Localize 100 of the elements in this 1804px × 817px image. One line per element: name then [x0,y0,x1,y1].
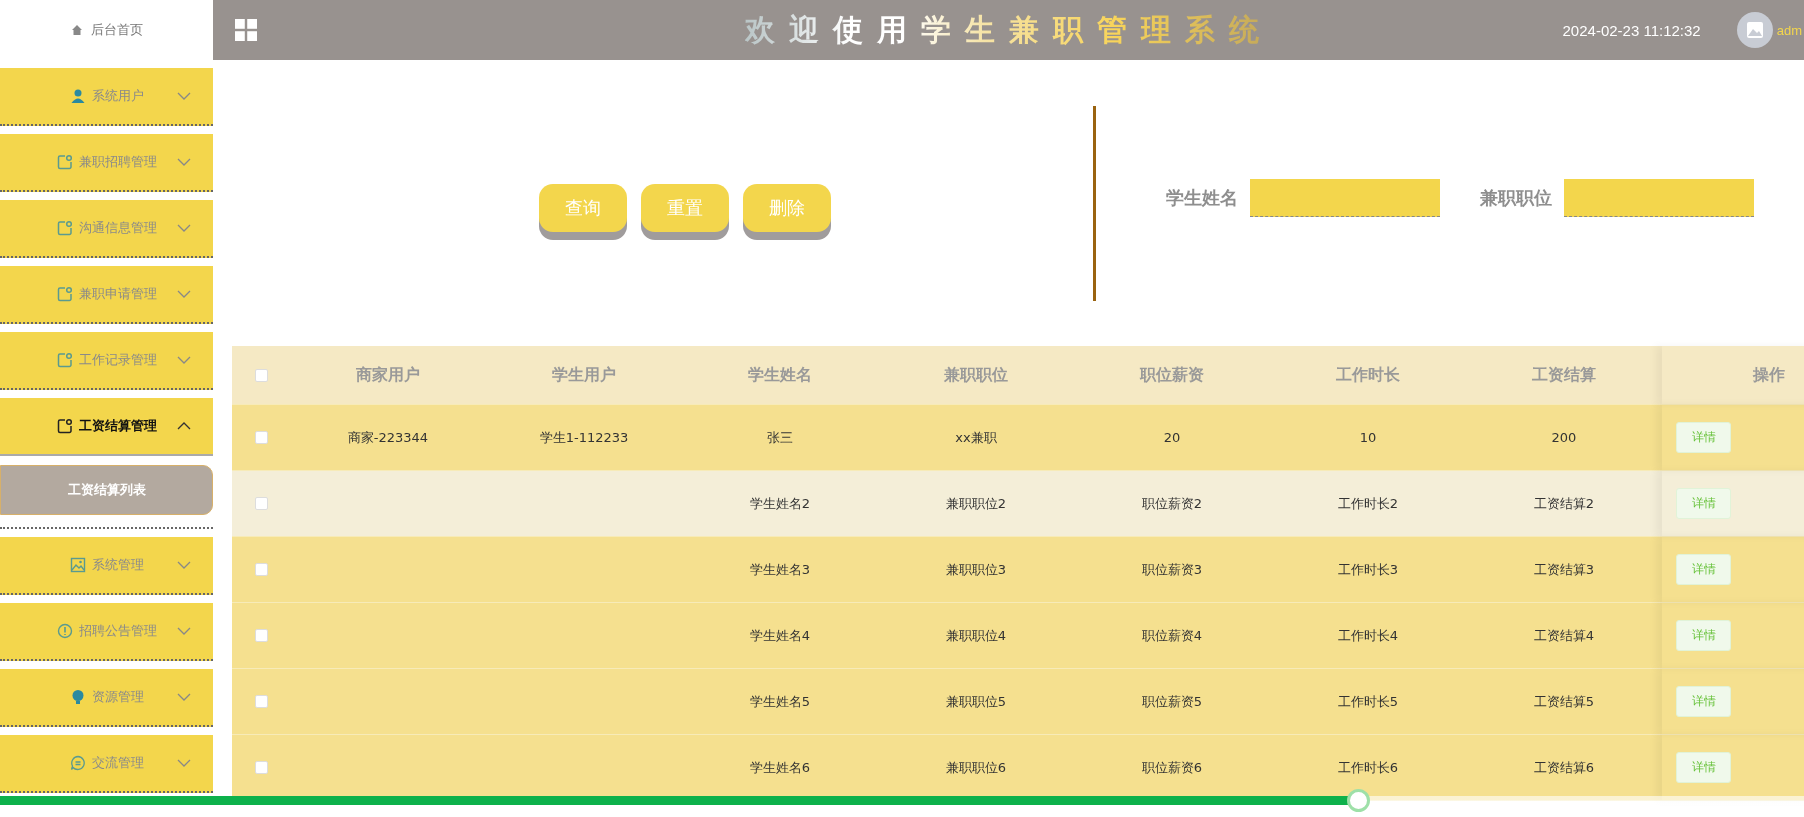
chevron-icon [177,224,191,232]
sidebar-item[interactable]: 招聘公告管理 [0,603,213,661]
details-button[interactable]: 详情 [1676,686,1731,717]
table-cell: 职位薪资6 [1141,759,1203,775]
chat-icon [69,755,86,771]
username[interactable]: adm [1776,22,1802,38]
column-header: 工资结算 [1531,364,1597,386]
field-label: 学生姓名 [1166,186,1238,210]
table-cell: 200 [1551,430,1577,445]
details-button[interactable]: 详情 [1676,620,1731,651]
table-cell: 兼职职位5 [945,693,1007,709]
checkbox[interactable] [254,629,268,642]
table-cell: 职位薪资2 [1141,495,1203,511]
table-cell: 商家-223344 [347,429,429,445]
sidebar-item[interactable]: 兼职招聘管理 [0,134,213,192]
table-cell: 职位薪资5 [1141,693,1203,709]
sidebar-item[interactable]: 工资结算管理 [0,398,213,456]
note-icon [56,286,73,302]
table-cell: 工资结算4 [1533,627,1595,643]
table-cell: 兼职职位6 [945,759,1007,775]
column-header: 商家用户 [355,364,421,386]
table-cell: 工作时长6 [1337,759,1399,775]
home-icon [70,24,83,36]
column-header: 兼职职位 [943,364,1009,386]
sidebar-item[interactable]: 沟通信息管理 [0,200,213,258]
details-button[interactable]: 详情 [1676,488,1731,519]
table-cell: 10 [1359,430,1377,445]
column-header: 工作时长 [1335,364,1401,386]
sidebar-item-label: 系统用户 [91,87,144,105]
chevron-icon [177,356,191,364]
table-cell: 工资结算5 [1533,693,1595,709]
image-icon [69,557,86,573]
table-cell: 工作时长4 [1337,627,1399,643]
checkbox[interactable] [254,761,268,774]
sidebar-item[interactable]: 兼职申请管理 [0,266,213,324]
table-cell: 学生姓名4 [749,627,811,643]
table-cell: 20 [1163,430,1181,445]
sidebar-item[interactable]: 系统管理 [0,537,213,595]
checkbox[interactable] [254,431,268,444]
user-icon [69,88,86,104]
table-cell: 工资结算3 [1533,561,1595,577]
note-icon [56,154,73,170]
table-cell: 兼职职位2 [945,495,1007,511]
checkbox[interactable] [254,563,268,576]
table-cell: 工作时长3 [1337,561,1399,577]
menu-icon[interactable] [235,19,257,41]
sidebar-item-label: 工作记录管理 [78,351,157,369]
sidebar-item[interactable]: 资源管理 [0,669,213,727]
chevron-icon [177,693,191,701]
sidebar-item[interactable]: 系统用户 [0,68,213,126]
input-field[interactable] [1564,179,1754,217]
column-header: 学生用户 [551,364,617,386]
table-cell: 学生姓名6 [749,759,811,775]
table-cell: 职位薪资3 [1141,561,1203,577]
table-cell: 兼职职位3 [945,561,1007,577]
note-icon [56,352,73,368]
sidebar-item-label: 兼职招聘管理 [78,153,157,171]
chevron-icon [177,290,191,298]
table-cell: 职位薪资4 [1141,627,1203,643]
datetime: 2024-02-23 11:12:32 [1562,21,1701,39]
table-cell: 张三 [767,429,793,445]
sidebar-item-label: 招聘公告管理 [78,622,157,640]
table-cell: 学生姓名5 [749,693,811,709]
sidebar-item[interactable]: 交流管理 [0,735,213,793]
sidebar-item-label: 沟通信息管理 [78,219,157,237]
table-cell: 学生1-112233 [539,429,629,445]
chevron-icon [177,627,191,635]
field-label: 兼职职位 [1480,186,1552,210]
details-button[interactable]: 详情 [1676,554,1731,585]
table-cell: 兼职职位4 [945,627,1007,643]
column-header: 操作 [1662,346,1804,404]
progress-thumb[interactable] [1347,789,1371,812]
details-button[interactable]: 详情 [1676,422,1731,453]
chevron-icon [177,561,191,569]
table-cell: 工作时长2 [1337,495,1399,511]
avatar-icon[interactable] [1736,12,1773,48]
table-cell: 工作时长5 [1337,693,1399,709]
checkbox[interactable] [254,695,268,708]
details-button[interactable]: 详情 [1676,752,1731,783]
sidebar-item-label: 资源管理 [91,688,144,706]
sidebar-item-label: 系统管理 [91,556,144,574]
sidebar-item[interactable]: 工作记录管理 [0,332,213,390]
sidebar-item-label: 兼职申请管理 [78,285,157,303]
chevron-icon [177,92,191,100]
sidebar-home-link[interactable]: 后台首页 [90,21,143,39]
sidebar-item-label: 交流管理 [91,754,144,772]
note-icon [56,418,73,434]
submenu-item[interactable]: 工资结算列表 [0,465,213,515]
info-icon [56,623,73,639]
checkbox[interactable] [254,497,268,510]
table-cell: 工资结算6 [1533,759,1595,775]
table-cell: xx兼职 [955,429,997,445]
chevron-icon [177,158,191,166]
chevron-icon [177,422,191,430]
note-icon [56,220,73,236]
input-field[interactable] [1250,179,1440,217]
table-cell: 工资结算2 [1533,495,1595,511]
column-header: 学生姓名 [747,364,813,386]
sidebar-item-label: 工资结算管理 [78,417,157,435]
checkbox[interactable] [254,368,268,382]
